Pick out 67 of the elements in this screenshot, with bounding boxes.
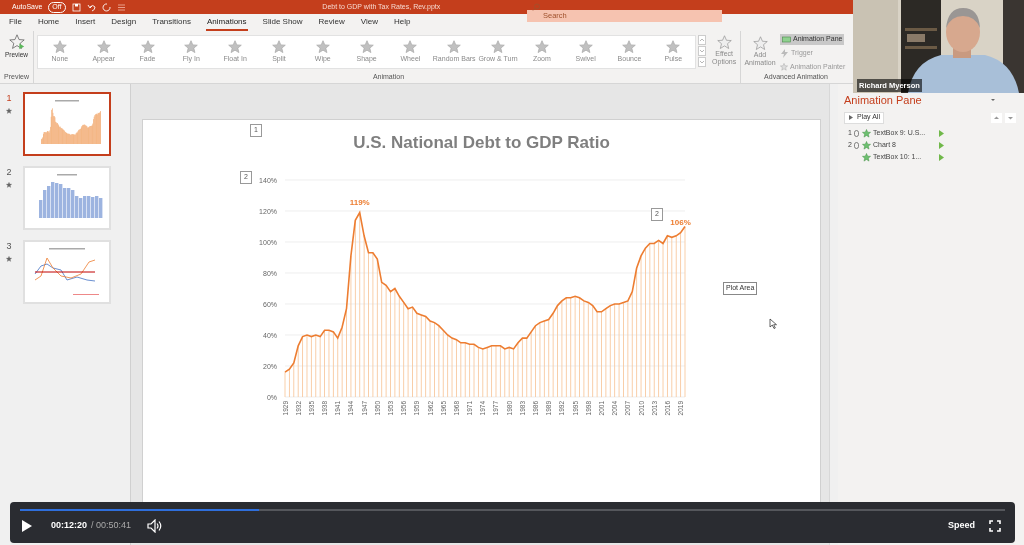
play-icon <box>848 114 854 121</box>
slide-number: 1 <box>6 92 12 105</box>
data-label: 106% <box>670 217 691 227</box>
star-icon <box>6 181 12 188</box>
timing-bar-icon <box>939 142 944 149</box>
pane-icon <box>782 36 791 43</box>
ribbon-tab[interactable]: Help <box>393 14 412 31</box>
timing-bar-icon <box>939 130 944 137</box>
star-icon <box>6 255 12 262</box>
star-icon <box>228 39 243 54</box>
ribbon-tab[interactable]: Insert <box>74 14 97 31</box>
save-icon[interactable] <box>71 2 81 12</box>
ribbon-tab[interactable]: Slide Show <box>261 14 304 31</box>
speed-button[interactable]: Speed <box>948 519 975 533</box>
star-icon <box>52 39 67 54</box>
pane-title: Animation Pane <box>844 93 922 108</box>
star-icon <box>140 39 155 54</box>
star-icon <box>6 107 12 114</box>
lightning-icon <box>780 48 789 58</box>
slide-number: 3 <box>6 240 12 253</box>
current-time: 00:12:20 <box>51 519 88 533</box>
list-icon[interactable] <box>116 2 126 12</box>
star-icon <box>447 39 462 54</box>
ribbon-tab[interactable]: Home <box>36 14 61 31</box>
ribbon-tab[interactable]: Transitions <box>151 14 192 31</box>
star-icon <box>752 36 768 51</box>
scroll-down-icon[interactable] <box>698 46 707 56</box>
slide-number: 2 <box>6 166 12 179</box>
star-icon <box>622 39 637 54</box>
search-icon <box>532 3 540 11</box>
expand-gallery-icon[interactable] <box>698 57 707 67</box>
star-icon <box>780 62 788 71</box>
star-icon <box>359 39 374 54</box>
scroll-up-icon[interactable] <box>698 35 707 45</box>
undo-icon[interactable] <box>86 2 96 12</box>
star-icon <box>184 39 199 54</box>
star-icon <box>716 35 732 50</box>
star-icon <box>862 141 871 150</box>
star-icon <box>578 39 593 54</box>
slide-title: U.S. National Debt to GDP Ratio <box>353 132 610 154</box>
ribbon-tab[interactable]: Review <box>317 14 346 31</box>
star-icon <box>96 39 111 54</box>
play-icon[interactable] <box>20 519 33 533</box>
redo-icon[interactable] <box>101 2 111 12</box>
star-icon <box>403 39 418 54</box>
star-icon <box>666 39 681 54</box>
data-label: 119% <box>349 197 370 207</box>
timing-bar-icon <box>939 154 944 161</box>
star-icon <box>534 39 549 54</box>
caret-icon[interactable] <box>990 97 996 104</box>
ribbon-tab[interactable]: View <box>359 14 380 31</box>
star-icon <box>862 153 871 162</box>
slide-thumbnail[interactable] <box>23 92 111 156</box>
move-up-icon[interactable] <box>991 112 1002 123</box>
mouse-pointer-icon <box>769 318 778 330</box>
star-icon <box>491 39 506 54</box>
ribbon-tab[interactable]: File <box>8 14 23 31</box>
preview-star-icon <box>8 34 25 50</box>
scrollbar[interactable] <box>829 84 838 545</box>
move-down-icon[interactable] <box>1005 112 1016 123</box>
duration: / 00:50:41 <box>91 519 132 533</box>
star-icon <box>862 129 871 138</box>
fullscreen-icon[interactable] <box>989 520 1001 532</box>
volume-icon[interactable] <box>147 519 164 533</box>
star-icon <box>315 39 330 54</box>
ribbon-tab[interactable]: Design <box>110 14 138 31</box>
star-icon <box>271 39 286 54</box>
